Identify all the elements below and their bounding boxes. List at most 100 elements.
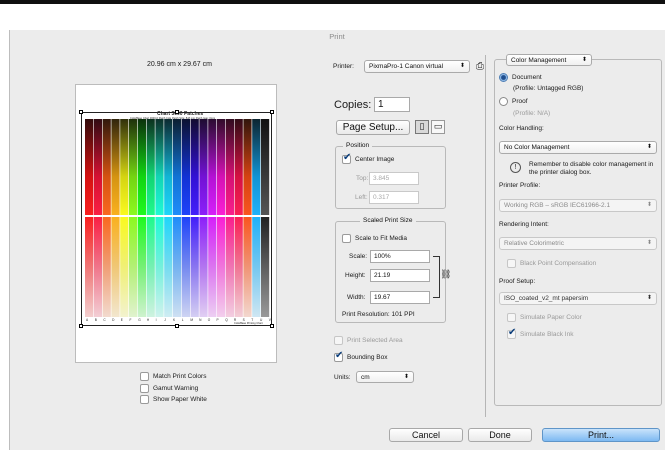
patch-column	[129, 119, 138, 317]
chain-link-icon[interactable]: ⛓	[440, 270, 451, 280]
patch-block-lower	[234, 217, 243, 317]
simulate-paper-checkbox[interactable]	[507, 313, 516, 322]
column-letter: L	[181, 318, 184, 322]
chart-footer-note: ColorBase Printing Chart	[234, 322, 263, 325]
copies-input[interactable]: 1	[374, 97, 410, 112]
patch-block-upper	[217, 119, 226, 215]
cancel-button[interactable]: Cancel	[389, 428, 463, 442]
left-input[interactable]: 0.317	[369, 191, 419, 204]
column-letter: I	[155, 318, 157, 322]
patch-block-lower	[208, 217, 217, 317]
print-selected-area-checkbox[interactable]	[334, 336, 343, 345]
print-button[interactable]: Print...	[542, 428, 660, 442]
patch-column	[102, 119, 111, 317]
page-setup-button[interactable]: Page Setup...	[336, 120, 410, 135]
rendering-intent-label: Rendering Intent:	[499, 221, 549, 228]
units-select-value: cm	[361, 374, 370, 381]
proof-setup-label: Proof Setup:	[499, 278, 536, 285]
column-letter: E	[120, 318, 123, 322]
patch-block-lower	[173, 217, 182, 317]
patch-block-upper	[155, 119, 164, 215]
scale-input[interactable]: 100%	[370, 250, 430, 263]
rendering-intent-select[interactable]: Relative Colorimetric ⬍	[499, 237, 657, 250]
chevron-updown-icon: ⬍	[646, 144, 652, 150]
column-letter: G	[138, 318, 141, 322]
printer-profile-select[interactable]: Working RGB – sRGB IEC61966-2.1 ⬍	[499, 199, 657, 212]
patch-block-upper	[129, 119, 138, 215]
patch-block-upper	[208, 119, 217, 215]
column-letter: N	[199, 318, 202, 322]
patch-block-upper	[120, 119, 129, 215]
copies-label: Copies:	[334, 99, 372, 111]
width-input[interactable]: 19.67	[370, 291, 430, 304]
top-input[interactable]: 3.845	[369, 172, 419, 185]
height-input[interactable]: 21.19	[370, 269, 430, 282]
window-top-border	[0, 0, 665, 4]
landscape-orientation-icon[interactable]: ▭	[431, 120, 445, 134]
patch-block-upper	[173, 119, 182, 215]
handle-top-mid[interactable]	[175, 110, 179, 114]
proof-setup-select[interactable]: ISO_coated_v2_mt papersim ⬍	[499, 292, 657, 305]
match-print-colors-checkbox[interactable]	[140, 372, 149, 381]
document-radio[interactable]	[499, 73, 508, 82]
handle-bottom-left[interactable]	[79, 324, 83, 328]
column-letter: D	[112, 318, 115, 322]
chevron-updown-icon: ⬍	[646, 240, 652, 246]
patch-block-upper	[243, 119, 252, 215]
document-label: Document	[512, 74, 542, 81]
color-management-select-value: Color Management	[511, 57, 567, 64]
rendering-intent-value: Relative Colorimetric	[504, 240, 564, 247]
portrait-orientation-icon[interactable]: ▯	[415, 120, 429, 134]
show-paper-white-label: Show Paper White	[153, 396, 207, 403]
color-management-warning: Remember to disable color management in …	[529, 161, 654, 176]
handle-top-right[interactable]	[270, 110, 274, 114]
patch-block-upper	[93, 119, 102, 215]
simulate-black-label: Simulate Black Ink	[520, 331, 574, 338]
patch-column	[93, 119, 102, 317]
patch-block-upper	[137, 119, 146, 215]
patch-block-lower	[225, 217, 234, 317]
gamut-warning-checkbox[interactable]	[140, 384, 149, 393]
simulate-black-checkbox[interactable]	[507, 327, 516, 339]
patch-block-lower	[93, 217, 102, 317]
printer-select[interactable]: PixmaPro-1 Canon virtual ⬍	[364, 60, 470, 73]
printer-icon[interactable]: ⎙	[476, 60, 488, 73]
units-select[interactable]: cm ⬍	[356, 371, 414, 383]
patch-block-lower	[217, 217, 226, 317]
patch-block-lower	[129, 217, 138, 317]
patch-column	[137, 119, 146, 317]
done-button[interactable]: Done	[468, 428, 532, 442]
color-chart-patches	[85, 119, 270, 317]
handle-bottom-right[interactable]	[270, 324, 274, 328]
scale-to-fit-checkbox[interactable]	[342, 234, 351, 243]
show-paper-white-checkbox[interactable]	[140, 395, 149, 404]
patch-column	[146, 119, 155, 317]
handle-top-left[interactable]	[79, 110, 83, 114]
column-letter: C	[103, 318, 106, 322]
patch-block-lower	[190, 217, 199, 317]
chevron-updown-icon: ⬍	[581, 57, 587, 63]
color-management-select[interactable]: Color Management ⬍	[506, 54, 592, 66]
patch-block-upper	[102, 119, 111, 215]
center-image-checkbox[interactable]	[342, 152, 351, 164]
black-point-checkbox[interactable]	[507, 259, 516, 268]
units-label: Units:	[334, 374, 351, 381]
proof-label: Proof	[512, 98, 528, 105]
handle-bottom-mid[interactable]	[175, 324, 179, 328]
patch-column	[173, 119, 182, 317]
color-handling-select[interactable]: No Color Management ⬍	[499, 141, 657, 154]
column-letter: B	[94, 318, 97, 322]
patch-column	[164, 119, 173, 317]
position-title: Position	[343, 142, 373, 149]
patch-column	[225, 119, 234, 317]
top-label: Top:	[356, 175, 369, 182]
patch-column	[85, 119, 94, 317]
patch-block-upper	[199, 119, 208, 215]
black-point-label: Black Point Compensation	[520, 260, 597, 267]
proof-radio[interactable]	[499, 97, 508, 106]
bounding-box-checkbox[interactable]	[334, 350, 343, 362]
patch-block-lower	[243, 217, 252, 317]
patch-block-lower	[164, 217, 173, 317]
patch-block-lower	[85, 217, 94, 317]
bounding-box-label: Bounding Box	[347, 354, 388, 361]
